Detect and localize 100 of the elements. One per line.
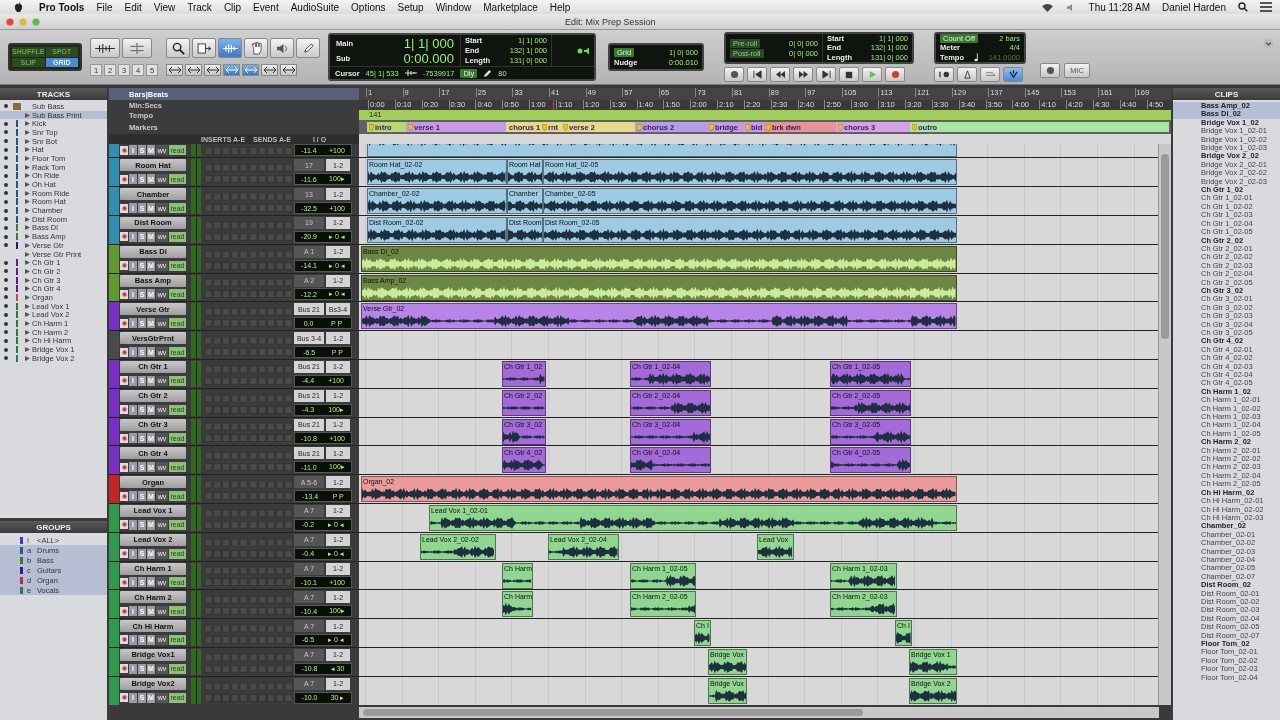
- show-dot-icon[interactable]: [4, 356, 8, 361]
- scrollbar-thumb[interactable]: [363, 709, 863, 716]
- search-icon[interactable]: [1238, 2, 1248, 12]
- edit-toggle-button[interactable]: [185, 64, 202, 76]
- menu-item[interactable]: Track: [187, 1, 212, 13]
- show-dot-icon[interactable]: [4, 165, 8, 170]
- record-arm-button[interactable]: [120, 174, 128, 184]
- show-dot-icon[interactable]: [4, 147, 8, 152]
- user-name[interactable]: Daniel Harden: [1162, 1, 1226, 13]
- vertical-scrollbar[interactable]: [1158, 144, 1171, 705]
- edit-toggle-button[interactable]: [261, 64, 278, 76]
- menu-item[interactable]: Edit: [124, 1, 142, 13]
- marker-icon[interactable]: [542, 123, 547, 131]
- scrollbar-thumb[interactable]: [1161, 154, 1169, 339]
- show-dot-icon[interactable]: [4, 312, 8, 317]
- show-dot-icon[interactable]: [4, 347, 8, 352]
- record-arm-button[interactable]: [120, 261, 128, 271]
- marker-icon[interactable]: [563, 123, 568, 131]
- trim-tool-button[interactable]: [192, 38, 216, 58]
- horizontal-scrollbar[interactable]: [359, 707, 1159, 718]
- show-dot-icon[interactable]: [4, 217, 8, 222]
- pencil-icon[interactable]: [483, 68, 493, 78]
- record-arm-button[interactable]: [120, 606, 128, 616]
- dropdown-icon[interactable]: [1263, 38, 1274, 49]
- marker-icon[interactable]: [838, 123, 843, 131]
- menu-item[interactable]: View: [153, 1, 176, 13]
- close-icon[interactable]: [6, 17, 14, 26]
- menu-item[interactable]: Setup: [397, 1, 424, 13]
- grabber-tool-button[interactable]: [244, 38, 268, 58]
- show-dot-icon[interactable]: [4, 321, 8, 326]
- show-dot-icon[interactable]: [4, 278, 8, 283]
- sub-counter[interactable]: 0:00.000: [403, 50, 454, 66]
- show-dot-icon[interactable]: [4, 173, 8, 178]
- show-dot-icon[interactable]: [4, 225, 8, 230]
- edit-toggle-button[interactable]: [166, 64, 183, 76]
- show-dot-icon[interactable]: [4, 330, 8, 335]
- zoom-tool-button[interactable]: [166, 38, 190, 58]
- pencil-tool-button[interactable]: [296, 38, 320, 58]
- show-dot-icon[interactable]: [4, 234, 8, 239]
- record-arm-button[interactable]: [120, 491, 128, 501]
- show-dot-icon[interactable]: [4, 243, 8, 248]
- record-arm-button[interactable]: [120, 347, 128, 357]
- marker-icon[interactable]: [709, 123, 714, 131]
- show-dot-icon[interactable]: [4, 104, 8, 109]
- menu-clock[interactable]: Thu 11:28 AM: [1088, 1, 1151, 13]
- edit-toggle-button[interactable]: [280, 64, 297, 76]
- record-arm-button[interactable]: [120, 289, 128, 299]
- record-arm-button[interactable]: [120, 376, 128, 386]
- record-arm-button[interactable]: [120, 664, 128, 674]
- show-dot-icon[interactable]: [4, 156, 8, 161]
- midi-zoom-button[interactable]: [122, 38, 152, 58]
- show-dot-icon[interactable]: [4, 139, 8, 144]
- edit-toggle-button[interactable]: [223, 64, 240, 76]
- marker-icon[interactable]: [369, 123, 374, 131]
- show-dot-icon[interactable]: [4, 199, 8, 204]
- record-arm-button[interactable]: [120, 520, 128, 530]
- marker-icon[interactable]: [745, 123, 750, 131]
- show-dot-icon[interactable]: [4, 130, 8, 135]
- audio-zoom-button[interactable]: [90, 38, 120, 58]
- record-arm-button[interactable]: [120, 433, 128, 443]
- menu-item[interactable]: Event: [253, 1, 279, 13]
- record-arm-button[interactable]: [120, 232, 128, 242]
- return-to-zero-button[interactable]: [747, 67, 767, 82]
- record-arm-button[interactable]: [120, 145, 128, 155]
- show-dot-icon[interactable]: [4, 295, 8, 300]
- main-counter[interactable]: 1| 1| 000: [403, 35, 454, 51]
- menu-item[interactable]: Clip: [223, 1, 242, 13]
- app-menu[interactable]: Pro Tools: [39, 1, 85, 13]
- show-dot-icon[interactable]: [4, 269, 8, 274]
- record-button[interactable]: [885, 67, 905, 82]
- rewind-button[interactable]: [770, 67, 790, 82]
- show-dot-icon[interactable]: [4, 338, 8, 343]
- record-arm-button[interactable]: [120, 549, 128, 559]
- record-arm-button[interactable]: [120, 318, 128, 328]
- record-arm-button[interactable]: [120, 635, 128, 645]
- list-icon[interactable]: [1260, 2, 1272, 12]
- marker-icon[interactable]: [408, 123, 413, 131]
- go-to-end-button[interactable]: [816, 67, 836, 82]
- online-button[interactable]: [724, 67, 744, 82]
- edit-toggle-button[interactable]: [204, 64, 221, 76]
- record-arm-button[interactable]: [120, 203, 128, 213]
- tempo-button[interactable]: [1040, 62, 1060, 78]
- record-arm-button[interactable]: [120, 577, 128, 587]
- scrub-tool-button[interactable]: [270, 38, 294, 58]
- record-arm-button[interactable]: [120, 693, 128, 703]
- show-dot-icon[interactable]: [4, 191, 8, 196]
- menu-item[interactable]: Help: [549, 1, 571, 13]
- edit-toggle-button[interactable]: [242, 64, 259, 76]
- menu-item[interactable]: Marketplace: [483, 1, 538, 13]
- conductor-button[interactable]: [1003, 67, 1023, 82]
- show-dot-icon[interactable]: [4, 121, 8, 126]
- metronome-button[interactable]: [957, 67, 977, 82]
- show-dot-icon[interactable]: [4, 304, 8, 309]
- record-arm-button[interactable]: [120, 462, 128, 472]
- apple-icon[interactable]: [14, 1, 23, 13]
- stop-button[interactable]: [839, 67, 859, 82]
- selector-tool-button[interactable]: [218, 38, 242, 58]
- show-dot-icon[interactable]: [4, 286, 8, 291]
- marker-icon[interactable]: [637, 123, 642, 131]
- marker-icon[interactable]: [912, 123, 917, 131]
